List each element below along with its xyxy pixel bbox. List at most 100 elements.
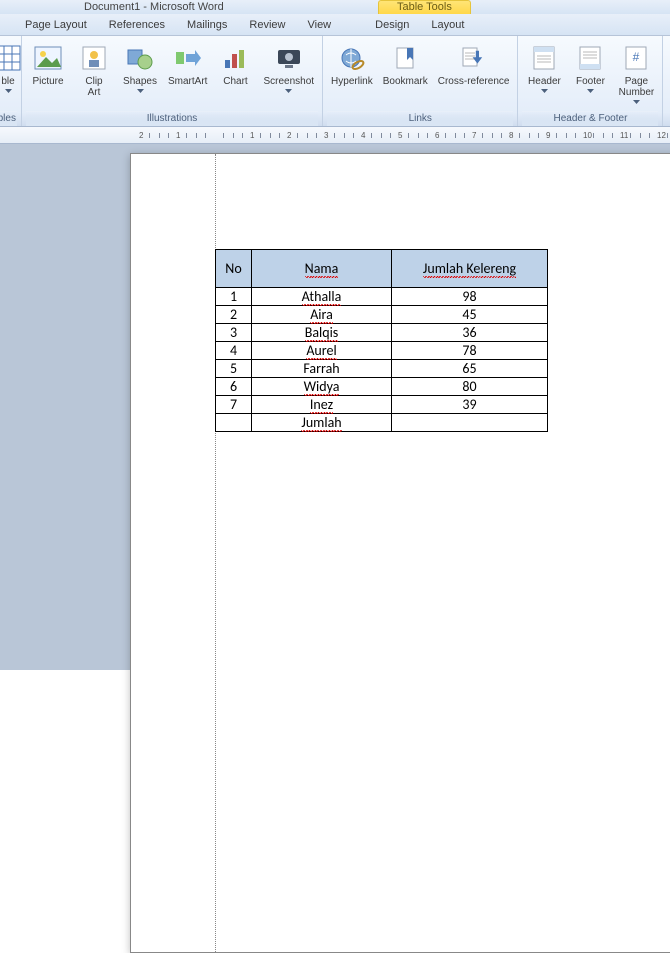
table-row[interactable]: 6Widya80 bbox=[216, 378, 548, 396]
clip-art-icon bbox=[78, 42, 110, 74]
ruler-mark: 10 bbox=[581, 130, 594, 141]
document-page[interactable]: No Nama Jumlah Kelereng 1Athalla982Aira4… bbox=[130, 153, 670, 953]
header-label: Header bbox=[528, 76, 561, 87]
cell-no[interactable] bbox=[216, 414, 252, 432]
chevron-down-icon bbox=[285, 89, 292, 96]
cell-no[interactable]: 1 bbox=[216, 288, 252, 306]
ruler-mark: 11 bbox=[618, 130, 630, 141]
cell-jumlah[interactable]: 45 bbox=[392, 306, 548, 324]
cell-nama[interactable]: Inez bbox=[252, 396, 392, 414]
cell-nama[interactable]: Farrah bbox=[252, 360, 392, 378]
picture-icon bbox=[32, 42, 64, 74]
chevron-down-icon bbox=[137, 89, 144, 96]
clip-art-button[interactable]: Clip Art bbox=[72, 39, 116, 101]
picture-button[interactable]: Picture bbox=[26, 39, 70, 90]
chevron-down-icon bbox=[541, 89, 548, 96]
cell-nama[interactable]: Widya bbox=[252, 378, 392, 396]
ruler-mark: 3 bbox=[322, 130, 330, 141]
group-header-footer: Header Footer # Page Number Header & Foo… bbox=[518, 36, 663, 126]
group-links-label: Links bbox=[327, 111, 513, 126]
header-button[interactable]: Header bbox=[522, 39, 566, 99]
table-row[interactable]: 1Athalla98 bbox=[216, 288, 548, 306]
ribbon-tabs: Page Layout References Mailings Review V… bbox=[0, 14, 670, 36]
cell-no[interactable]: 5 bbox=[216, 360, 252, 378]
tab-design[interactable]: Design bbox=[364, 16, 420, 35]
cell-nama[interactable]: Athalla bbox=[252, 288, 392, 306]
cell-nama[interactable]: Balqis bbox=[252, 324, 392, 342]
table-row[interactable]: 4Aurel78 bbox=[216, 342, 548, 360]
table-label: ble bbox=[1, 76, 14, 87]
group-links: Hyperlink Bookmark Cross-reference Links bbox=[323, 36, 518, 126]
header-nama[interactable]: Nama bbox=[252, 250, 392, 288]
table-header-row[interactable]: No Nama Jumlah Kelereng bbox=[216, 250, 548, 288]
shapes-button[interactable]: Shapes bbox=[118, 39, 162, 99]
document-workspace[interactable]: 2112345678910111213 No Nama Jumlah Keler… bbox=[0, 127, 670, 670]
smartart-icon bbox=[172, 42, 204, 74]
group-illustrations: Picture Clip Art Shapes SmartArt Chart bbox=[22, 36, 323, 126]
shapes-icon bbox=[124, 42, 156, 74]
group-header-footer-label: Header & Footer bbox=[522, 111, 658, 126]
cell-jumlah[interactable] bbox=[392, 414, 548, 432]
ruler-mark: 2 bbox=[285, 130, 293, 141]
footer-button[interactable]: Footer bbox=[568, 39, 612, 99]
bookmark-button[interactable]: Bookmark bbox=[379, 39, 432, 90]
chevron-down-icon bbox=[5, 89, 12, 96]
smartart-button[interactable]: SmartArt bbox=[164, 39, 211, 90]
cell-nama[interactable]: Jumlah bbox=[252, 414, 392, 432]
table-tools-context-tab[interactable]: Table Tools bbox=[378, 0, 471, 14]
window-title: Document1 - Microsoft Word bbox=[84, 1, 224, 13]
table-row[interactable]: 3Balqis36 bbox=[216, 324, 548, 342]
cell-jumlah[interactable]: 98 bbox=[392, 288, 548, 306]
screenshot-label: Screenshot bbox=[263, 76, 314, 87]
chart-button[interactable]: Chart bbox=[213, 39, 257, 90]
group-tables-label: Tables bbox=[0, 111, 17, 126]
ruler-mark: 8 bbox=[507, 130, 515, 141]
page-number-button[interactable]: # Page Number bbox=[614, 39, 658, 110]
tab-view[interactable]: View bbox=[296, 16, 342, 35]
tab-review[interactable]: Review bbox=[238, 16, 296, 35]
header-jumlah[interactable]: Jumlah Kelereng bbox=[392, 250, 548, 288]
cell-no[interactable]: 6 bbox=[216, 378, 252, 396]
table-row[interactable]: 5Farrah65 bbox=[216, 360, 548, 378]
cross-reference-button[interactable]: Cross-reference bbox=[434, 39, 514, 90]
tab-page-layout[interactable]: Page Layout bbox=[14, 16, 98, 35]
header-no[interactable]: No bbox=[216, 250, 252, 288]
chevron-down-icon bbox=[587, 89, 594, 96]
ruler-mark: 4 bbox=[359, 130, 367, 141]
cell-no[interactable]: 2 bbox=[216, 306, 252, 324]
table-row[interactable]: 2Aira45 bbox=[216, 306, 548, 324]
cell-nama[interactable]: Aira bbox=[252, 306, 392, 324]
document-table[interactable]: No Nama Jumlah Kelereng 1Athalla982Aira4… bbox=[215, 249, 548, 432]
svg-text:#: # bbox=[633, 50, 640, 64]
cell-no[interactable]: 4 bbox=[216, 342, 252, 360]
page-number-icon: # bbox=[620, 42, 652, 74]
ribbon: ble Tables Picture Clip Art Shapes bbox=[0, 36, 670, 127]
ruler-mark: 7 bbox=[470, 130, 478, 141]
cell-jumlah[interactable]: 80 bbox=[392, 378, 548, 396]
ruler-mark: 5 bbox=[396, 130, 404, 141]
cell-jumlah[interactable]: 36 bbox=[392, 324, 548, 342]
table-footer-row[interactable]: Jumlah bbox=[216, 414, 548, 432]
table-row[interactable]: 7Inez39 bbox=[216, 396, 548, 414]
bookmark-icon bbox=[389, 42, 421, 74]
cell-nama[interactable]: Aurel bbox=[252, 342, 392, 360]
chevron-down-icon bbox=[633, 100, 640, 107]
tab-layout[interactable]: Layout bbox=[420, 16, 475, 35]
screenshot-button[interactable]: Screenshot bbox=[259, 39, 318, 99]
ruler-mark: 9 bbox=[544, 130, 552, 141]
cell-jumlah[interactable]: 78 bbox=[392, 342, 548, 360]
smartart-label: SmartArt bbox=[168, 76, 207, 87]
ruler-mark: 2 bbox=[137, 130, 145, 141]
horizontal-ruler[interactable]: 2112345678910111213 bbox=[0, 127, 670, 144]
header-icon bbox=[528, 42, 560, 74]
hyperlink-icon bbox=[336, 42, 368, 74]
tab-mailings[interactable]: Mailings bbox=[176, 16, 238, 35]
tab-references[interactable]: References bbox=[98, 16, 176, 35]
cell-jumlah[interactable]: 39 bbox=[392, 396, 548, 414]
cross-reference-label: Cross-reference bbox=[438, 76, 510, 87]
cell-no[interactable]: 7 bbox=[216, 396, 252, 414]
cell-no[interactable]: 3 bbox=[216, 324, 252, 342]
chart-label: Chart bbox=[223, 76, 247, 87]
hyperlink-button[interactable]: Hyperlink bbox=[327, 39, 377, 90]
cell-jumlah[interactable]: 65 bbox=[392, 360, 548, 378]
